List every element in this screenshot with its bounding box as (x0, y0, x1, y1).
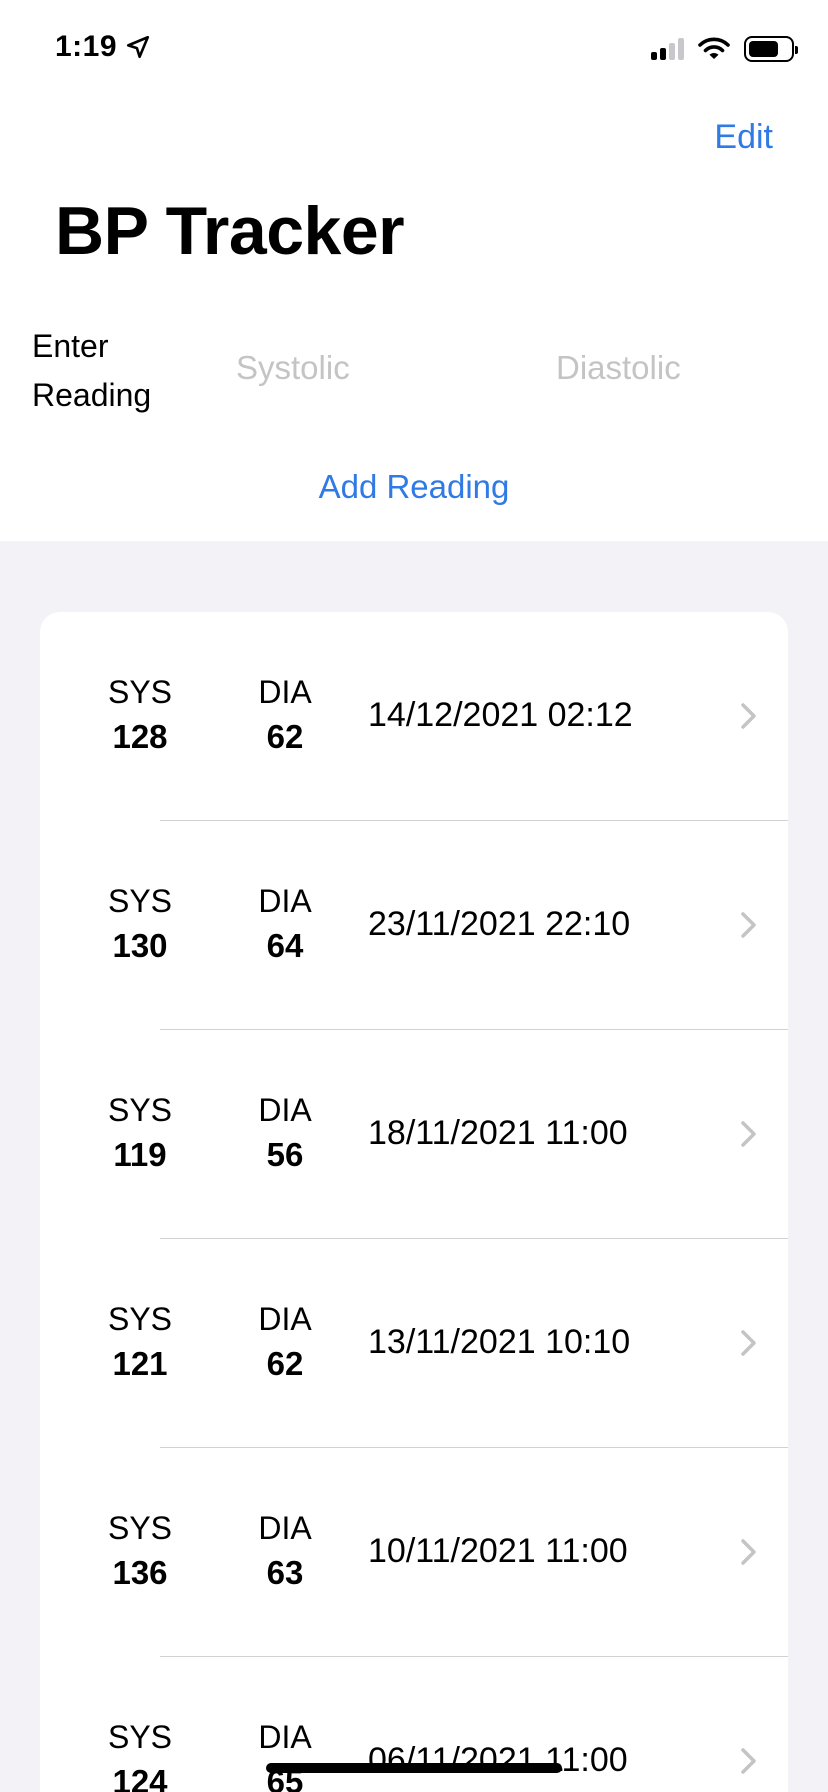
cellular-signal-icon (651, 38, 684, 60)
systolic-column: SYS 124 (95, 1717, 185, 1792)
diastolic-column: DIA 56 (240, 1090, 330, 1180)
chevron-right-icon (741, 1539, 756, 1565)
location-arrow-icon (126, 35, 150, 59)
sys-label: SYS (107, 1510, 173, 1546)
sys-label: SYS (107, 1719, 173, 1755)
diastolic-input[interactable] (556, 348, 816, 388)
sys-label: SYS (107, 674, 173, 710)
systolic-column: SYS 119 (95, 1090, 185, 1180)
readings-list: SYS 128 DIA 62 14/12/2021 02:12 SYS 130 … (40, 612, 788, 1792)
status-time-text: 1:19 (55, 30, 118, 63)
diastolic-column: DIA 62 (240, 672, 330, 762)
status-time: 1:19 (55, 30, 151, 64)
dia-value: 56 (266, 1136, 304, 1173)
reading-date: 14/12/2021 02:12 (368, 696, 633, 734)
sys-label: SYS (107, 1092, 173, 1128)
reading-date: 06/11/2021 11:00 (368, 1741, 628, 1779)
reading-row[interactable]: SYS 119 DIA 56 18/11/2021 11:00 (40, 1030, 788, 1239)
edit-button[interactable]: Edit (714, 118, 773, 157)
add-reading-button[interactable]: Add Reading (0, 468, 828, 506)
reading-date: 13/11/2021 10:10 (368, 1323, 631, 1361)
wifi-icon (698, 37, 730, 59)
systolic-column: SYS 128 (95, 672, 185, 762)
systolic-column: SYS 121 (95, 1299, 185, 1389)
diastolic-column: DIA 63 (240, 1508, 330, 1598)
chevron-right-icon (741, 703, 756, 729)
enter-reading-label: Enter Reading (32, 328, 152, 413)
chevron-right-icon (741, 912, 756, 938)
sys-value: 130 (112, 927, 168, 964)
dia-label: DIA (258, 883, 312, 919)
reading-date: 18/11/2021 11:00 (368, 1114, 628, 1152)
dia-value: 64 (266, 927, 304, 964)
sys-value: 121 (112, 1345, 168, 1382)
chevron-right-icon (741, 1330, 756, 1356)
battery-icon (744, 36, 798, 62)
home-indicator[interactable] (266, 1763, 562, 1773)
sys-value: 124 (112, 1763, 168, 1792)
header-area: 1:19 Edit BP Tracker Enter Reading Add R… (0, 0, 828, 541)
reading-row[interactable]: SYS 128 DIA 62 14/12/2021 02:12 (40, 612, 788, 821)
page-title: BP Tracker (55, 193, 405, 269)
dia-value: 63 (266, 1554, 304, 1591)
dia-label: DIA (258, 1719, 312, 1755)
dia-label: DIA (258, 1510, 312, 1546)
status-icons (651, 36, 798, 62)
systolic-input[interactable] (236, 348, 496, 388)
dia-value: 62 (266, 718, 304, 755)
reading-row[interactable]: SYS 130 DIA 64 23/11/2021 22:10 (40, 821, 788, 1030)
sys-label: SYS (107, 883, 173, 919)
dia-label: DIA (258, 674, 312, 710)
diastolic-column: DIA 62 (240, 1299, 330, 1389)
systolic-column: SYS 130 (95, 881, 185, 971)
reading-row[interactable]: SYS 121 DIA 62 13/11/2021 10:10 (40, 1239, 788, 1448)
reading-row[interactable]: SYS 136 DIA 63 10/11/2021 11:00 (40, 1448, 788, 1657)
sys-value: 128 (112, 718, 168, 755)
dia-value: 62 (266, 1345, 304, 1382)
diastolic-column: DIA 64 (240, 881, 330, 971)
systolic-column: SYS 136 (95, 1508, 185, 1598)
sys-value: 119 (113, 1136, 167, 1173)
diastolic-column: DIA 65 (240, 1717, 330, 1792)
reading-date: 10/11/2021 11:00 (368, 1532, 628, 1570)
dia-label: DIA (258, 1092, 312, 1128)
dia-label: DIA (258, 1301, 312, 1337)
sys-value: 136 (112, 1554, 168, 1591)
reading-date: 23/11/2021 22:10 (368, 905, 631, 943)
sys-label: SYS (107, 1301, 173, 1337)
chevron-right-icon (741, 1121, 756, 1147)
chevron-right-icon (741, 1748, 756, 1774)
